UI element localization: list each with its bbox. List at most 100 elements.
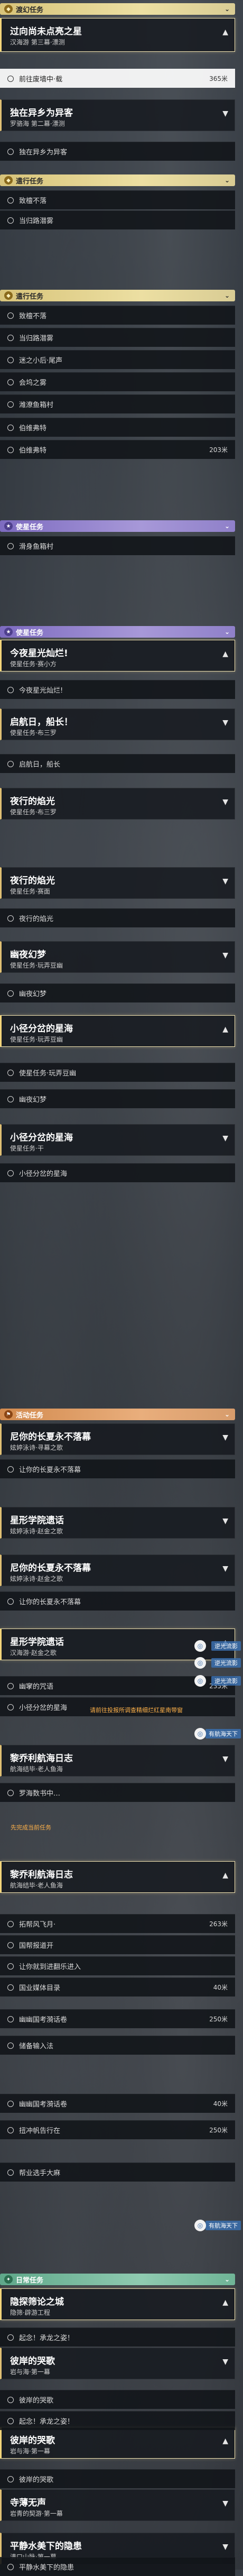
collapse-chevron-icon[interactable]: ⌄ xyxy=(225,628,230,636)
quest-card[interactable]: 彼岸的哭歌 岩与海·第一幕 ▲ xyxy=(0,2427,235,2459)
quest-step[interactable]: 幽幽国考漪话卷 250米 xyxy=(0,2009,235,2028)
quest-step[interactable]: 起念！承龙之姿！ xyxy=(0,2327,235,2347)
expand-arrow-icon[interactable]: ▼ xyxy=(222,1755,228,1763)
quest-step[interactable]: 储备输入法 xyxy=(0,2036,235,2055)
expand-arrow-icon[interactable]: ▲ xyxy=(222,1871,228,1880)
collapse-chevron-icon[interactable]: ⌄ xyxy=(225,177,230,184)
minimap-marker-label[interactable]: 逆光流影 xyxy=(211,1676,241,1686)
minimap-marker-label[interactable]: 有航海天下 xyxy=(205,2221,241,2230)
step-status-icon xyxy=(7,424,14,431)
quest-step[interactable]: 致檀不落 xyxy=(0,306,235,325)
step-text: 帮业选手大麻 xyxy=(19,2169,61,2177)
quest-step[interactable]: 拓帮风飞月· 263米 xyxy=(0,1914,235,1933)
quest-step[interactable]: 让你的长夏永不落幕 xyxy=(0,1459,235,1478)
quest-step[interactable]: 启航日，船长 xyxy=(0,754,235,773)
section-header-gold[interactable]: ◆ 渡幻任务 ⌄ xyxy=(0,3,235,15)
expand-arrow-icon[interactable]: ▲ xyxy=(222,1025,228,1034)
map-pin-icon[interactable]: ◎ xyxy=(194,1657,206,1669)
quest-card[interactable]: 彼岸的哭歌 岩与海·第一幕 ▼ xyxy=(0,2348,235,2379)
expand-arrow-icon[interactable]: ▼ xyxy=(222,2543,228,2551)
quest-step[interactable]: 平静水美下的隐患 xyxy=(0,2557,235,2576)
expand-arrow-icon[interactable]: ▼ xyxy=(222,1565,228,1573)
quest-step[interactable]: 彼岸的哭歌 xyxy=(0,2390,235,2409)
minimap-marker-label[interactable]: 逆光流影 xyxy=(211,1658,241,1668)
map-pin-icon[interactable]: ◎ xyxy=(194,1675,206,1687)
quest-card[interactable]: 过向尚未点亮之星 汉海游 第三幕·漂测 ▲ xyxy=(0,18,235,52)
quest-step[interactable]: 独在异乡为异客 xyxy=(0,142,235,161)
expand-arrow-icon[interactable]: ▲ xyxy=(222,2298,228,2307)
section-header-orange[interactable]: ⚑ 活动任务 ⌄ xyxy=(0,1409,235,1420)
section-header-gold[interactable]: ◆ 遣行任务 ⌄ xyxy=(0,174,235,186)
expand-arrow-icon[interactable]: ▼ xyxy=(222,719,228,727)
quest-card[interactable]: 独在异乡为异客 罗骆海 第二幕·漂测 ▼ xyxy=(0,99,235,131)
expand-arrow-icon[interactable]: ▲ xyxy=(222,2437,228,2445)
quest-card[interactable]: 黎乔利航海日志 航海结毕·老人鱼海 ▲ xyxy=(0,1861,235,1893)
quest-card[interactable]: 夜行的焰光 使星任务·赛面 ▼ xyxy=(0,867,235,899)
expand-arrow-icon[interactable]: ▼ xyxy=(222,1433,228,1442)
collapse-chevron-icon[interactable]: ⌄ xyxy=(225,522,230,530)
expand-arrow-icon[interactable]: ▼ xyxy=(222,1517,228,1525)
quest-step[interactable]: 幽幽国考漪话卷 40米 xyxy=(0,2094,235,2113)
quest-step[interactable]: 迷之小后·尾声 xyxy=(0,350,235,369)
quest-card[interactable]: 幽夜幻梦 使星任务·玩弄豆幽 ▼ xyxy=(0,941,235,973)
section-header-purple[interactable]: ★ 使星任务 ⌄ xyxy=(0,626,235,638)
quest-step[interactable]: 幽夜幻梦 xyxy=(0,983,235,1002)
minimap-marker-label[interactable]: 有航海天下 xyxy=(205,1729,241,1738)
quest-step[interactable]: 使星任务·玩弄豆幽 xyxy=(0,1063,235,1082)
quest-card[interactable]: 黎乔利航海日志 航海结毕·老人鱼海 ▼ xyxy=(0,1745,235,1777)
quest-step[interactable]: 国业媒体目录 40米 xyxy=(0,1977,235,1997)
quest-card[interactable]: 星形学院遗话 妶婷泳诗·赵金之歌 ▼ xyxy=(0,1507,235,1539)
map-pin-icon[interactable]: ◎ xyxy=(194,1728,206,1740)
quest-card[interactable]: 小径分岔的星海 使星任务·干 ▼ xyxy=(0,1124,235,1156)
expand-arrow-icon[interactable]: ▼ xyxy=(222,877,228,886)
quest-step[interactable]: 伯维弗特 xyxy=(0,418,235,437)
expand-arrow-icon[interactable]: ▼ xyxy=(222,1134,228,1143)
expand-arrow-icon[interactable]: ▲ xyxy=(222,650,228,658)
section-header-green[interactable]: ✦ 日常任务 ⌄ xyxy=(0,2274,235,2285)
quest-step[interactable]: 今夜星光灿烂! xyxy=(0,680,235,699)
quest-step[interactable]: 帮业选手大麻 xyxy=(0,2163,235,2182)
quest-card[interactable]: 隐探筛论之城 隐筛·辟游工程 ▲ xyxy=(0,2288,235,2320)
quest-card[interactable]: 今夜星光灿烂! 使星任务·赛小方 ▲ xyxy=(0,640,235,671)
quest-card[interactable]: 小径分岔的星海 使星任务·玩弄豆幽 ▲ xyxy=(0,1015,235,1047)
expand-arrow-icon[interactable]: ▼ xyxy=(222,951,228,960)
quest-card[interactable]: 寺薄无声 岩青的契游·第一幕 ▼ xyxy=(0,2489,235,2521)
quest-step[interactable]: 起念！承龙之姿！ xyxy=(0,2411,235,2430)
quest-step[interactable]: 滑身鱼箱村 xyxy=(0,536,235,555)
section-header-purple[interactable]: ★ 使星任务 ⌄ xyxy=(0,520,235,532)
quest-step[interactable]: 国帮报道开 xyxy=(0,1935,235,1954)
quest-card[interactable]: 尼你的长夏永不落幕 妶婷泳诗·寻幕之歌 ▼ xyxy=(0,1423,235,1455)
expand-arrow-icon[interactable]: ▼ xyxy=(222,2499,228,2508)
quest-card[interactable]: 尼你的长夏永不落幕 妶婷泳诗·赵金之歌 ▼ xyxy=(0,1554,235,1586)
quest-step[interactable]: 会坞之雾 xyxy=(0,372,235,391)
quest-step[interactable]: 当归路潜雾 xyxy=(0,328,235,347)
expand-arrow-icon[interactable]: ▲ xyxy=(222,28,228,36)
quest-step[interactable]: 扭冲帆告行在 250米 xyxy=(0,2120,235,2139)
collapse-chevron-icon[interactable]: ⌄ xyxy=(225,292,230,299)
expand-arrow-icon[interactable]: ▼ xyxy=(222,798,228,806)
quest-card[interactable]: 夜行的焰光 使星任务·布三罗 ▼ xyxy=(0,788,235,820)
quest-step[interactable]: 让你就到进翻乐进入 xyxy=(0,1956,235,1975)
collapse-chevron-icon[interactable]: ⌄ xyxy=(225,5,230,13)
quest-step[interactable]: 伯维弗特 203米 xyxy=(0,440,235,459)
quest-step[interactable]: 致檀不落 xyxy=(0,190,235,209)
step-distance: 250米 xyxy=(209,2127,228,2134)
expand-arrow-icon[interactable]: ▼ xyxy=(222,2358,228,2366)
quest-step[interactable]: 幽夜幻梦 xyxy=(0,1089,235,1108)
minimap-marker-label[interactable]: 逆光流影 xyxy=(211,1641,241,1651)
quest-step[interactable]: 彼岸的哭歌 xyxy=(0,2469,235,2488)
quest-step[interactable]: 前往废墙中·载 365米 xyxy=(0,69,235,88)
quest-step[interactable]: 潍潦鱼箱村 xyxy=(0,394,235,413)
quest-step[interactable]: 让你的长夏永不落幕 xyxy=(0,1591,235,1611)
quest-step[interactable]: 夜行的焰光 xyxy=(0,908,235,927)
quest-card[interactable]: 启航日，船长！ 使星任务·布三罗 ▼ xyxy=(0,709,235,740)
expand-arrow-icon[interactable]: ▼ xyxy=(222,109,228,118)
collapse-chevron-icon[interactable]: ⌄ xyxy=(225,2276,230,2283)
section-header-gold[interactable]: ◆ 遣行任务 ⌄ xyxy=(0,290,235,301)
map-pin-icon[interactable]: ◎ xyxy=(194,1640,206,1652)
collapse-chevron-icon[interactable]: ⌄ xyxy=(225,1411,230,1418)
quest-step[interactable]: 当归路潜雾 xyxy=(0,210,235,229)
quest-step[interactable]: 小径分岔的星海 xyxy=(0,1163,235,1182)
map-pin-icon[interactable]: ◎ xyxy=(194,2220,206,2231)
quest-step[interactable]: 罗海数书中… xyxy=(0,1783,235,1802)
